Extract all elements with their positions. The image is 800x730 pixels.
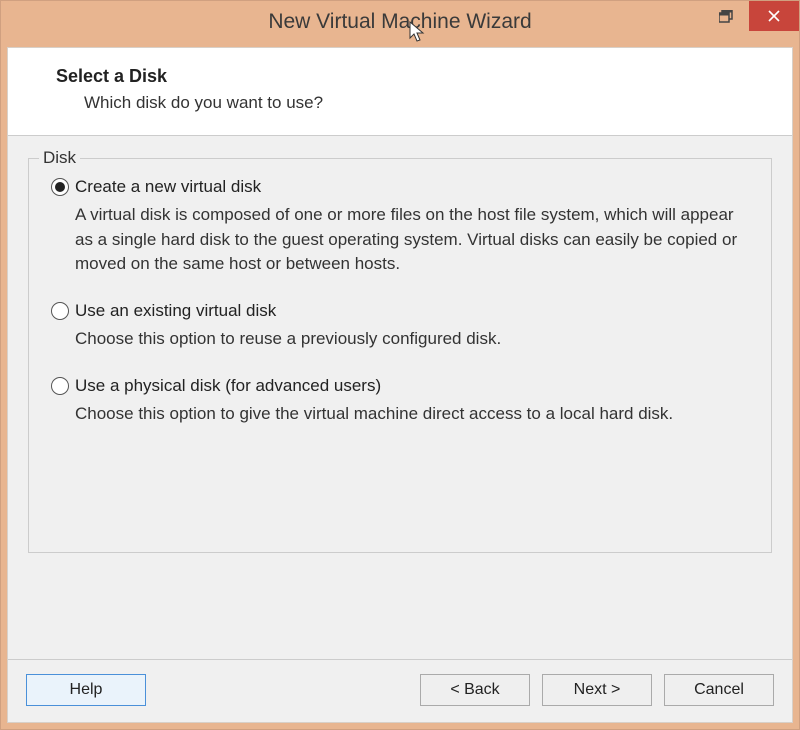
radio-input-create-new[interactable] [51, 178, 69, 196]
content-area: Select a Disk Which disk do you want to … [7, 47, 793, 723]
titlebar-controls [703, 1, 799, 43]
help-button[interactable]: Help [26, 674, 146, 706]
radio-description: A virtual disk is composed of one or mor… [75, 203, 749, 277]
radio-row[interactable]: Create a new virtual disk [51, 177, 749, 197]
header-section: Select a Disk Which disk do you want to … [8, 48, 792, 136]
body-section: Disk Create a new virtual disk A virtual… [8, 136, 792, 659]
restore-icon[interactable] [703, 1, 749, 31]
radio-input-use-existing[interactable] [51, 302, 69, 320]
next-button[interactable]: Next > [542, 674, 652, 706]
page-subtitle: Which disk do you want to use? [84, 93, 764, 113]
radio-label[interactable]: Use an existing virtual disk [75, 301, 276, 321]
close-button[interactable] [749, 1, 799, 31]
radio-input-physical-disk[interactable] [51, 377, 69, 395]
radio-description: Choose this option to reuse a previously… [75, 327, 749, 352]
page-title: Select a Disk [56, 66, 764, 87]
radio-row[interactable]: Use a physical disk (for advanced users) [51, 376, 749, 396]
disk-groupbox: Disk Create a new virtual disk A virtual… [28, 158, 772, 553]
radio-option-physical-disk: Use a physical disk (for advanced users)… [51, 376, 749, 427]
close-icon [768, 10, 780, 22]
radio-description: Choose this option to give the virtual m… [75, 402, 749, 427]
footer-section: Help < Back Next > Cancel [8, 659, 792, 722]
radio-option-use-existing: Use an existing virtual disk Choose this… [51, 301, 749, 352]
navigation-buttons: < Back Next > Cancel [420, 674, 774, 706]
groupbox-legend: Disk [39, 148, 80, 168]
titlebar: New Virtual Machine Wizard [1, 1, 799, 43]
window-title: New Virtual Machine Wizard [268, 10, 531, 34]
cancel-button[interactable]: Cancel [664, 674, 774, 706]
radio-label[interactable]: Create a new virtual disk [75, 177, 261, 197]
wizard-window: New Virtual Machine Wizard [0, 0, 800, 730]
radio-label[interactable]: Use a physical disk (for advanced users) [75, 376, 381, 396]
radio-option-create-new: Create a new virtual disk A virtual disk… [51, 177, 749, 277]
radio-row[interactable]: Use an existing virtual disk [51, 301, 749, 321]
back-button[interactable]: < Back [420, 674, 530, 706]
